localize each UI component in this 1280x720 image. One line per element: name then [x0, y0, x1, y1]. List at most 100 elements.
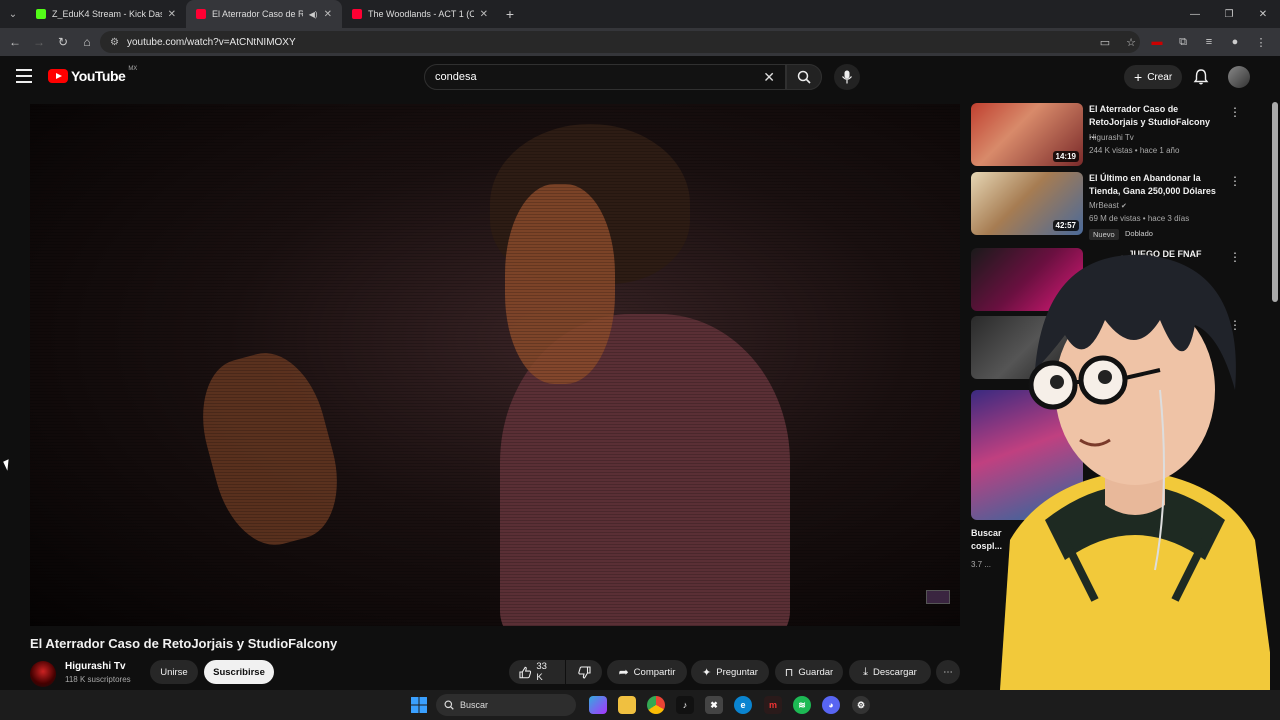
- edge-icon[interactable]: e: [734, 696, 752, 714]
- youtube-icon: [352, 9, 362, 19]
- cast-icon[interactable]: ▭: [1094, 36, 1116, 49]
- video-thumbnail[interactable]: 14:19: [971, 103, 1083, 166]
- extensions-icon[interactable]: ⧉: [1172, 36, 1194, 49]
- close-icon[interactable]: ✕: [480, 9, 488, 20]
- close-icon[interactable]: ✕: [168, 9, 176, 20]
- microphone-icon: [842, 70, 852, 84]
- channel-watermark[interactable]: [926, 590, 950, 604]
- plus-icon: +: [1134, 69, 1143, 85]
- more-vertical-icon[interactable]: ⋮: [1229, 174, 1241, 188]
- recommendation-meta: 69 M de vistas • hace 3 días: [1089, 214, 1190, 223]
- minimize-icon[interactable]: —: [1178, 0, 1212, 28]
- vtuber-avatar-overlay: [1000, 254, 1275, 690]
- tab-title: El Aterrador Caso de RetoJo: [212, 9, 303, 19]
- tab-youtube-active[interactable]: El Aterrador Caso de RetoJo ◀) ✕: [186, 0, 342, 28]
- search-value: condesa: [435, 71, 477, 83]
- recommendation-title[interactable]: El Último en Abandonar la Tienda, Gana 2…: [1089, 172, 1219, 198]
- recommendation-item[interactable]: 14:19 El Aterrador Caso de RetoJorjais y…: [971, 103, 1261, 169]
- recommendation-channel[interactable]: MrBeast ✔: [1089, 201, 1127, 210]
- bookmark-star-icon[interactable]: ☆: [1120, 36, 1142, 49]
- country-code: MX: [128, 66, 138, 72]
- url-field[interactable]: ⚙ youtube.com/watch?v=AtCNtNIMOXY: [100, 31, 1140, 53]
- account-avatar[interactable]: [1228, 66, 1250, 88]
- dubbed-badge: Doblado: [1125, 229, 1153, 238]
- copilot-icon[interactable]: [589, 696, 607, 714]
- dislike-button[interactable]: [566, 660, 602, 684]
- forward-icon[interactable]: →: [27, 28, 51, 56]
- chrome-icon[interactable]: [647, 696, 665, 714]
- reload-icon[interactable]: ↻: [51, 28, 75, 56]
- youtube-logo[interactable]: YouTube MX: [48, 66, 138, 84]
- logo-text: YouTube: [71, 68, 126, 84]
- subscribe-label: Suscribirse: [213, 666, 265, 678]
- media-icon[interactable]: ≡: [1198, 36, 1220, 48]
- address-bar-row: ← → ↻ ⌂ ⚙ youtube.com/watch?v=AtCNtNIMOX…: [0, 28, 1280, 56]
- speaker-icon[interactable]: ◀): [309, 10, 318, 19]
- subscribe-button[interactable]: Suscribirse: [204, 660, 274, 684]
- spotify-icon[interactable]: ≋: [793, 696, 811, 714]
- ask-label: Preguntar: [716, 666, 758, 678]
- close-window-icon[interactable]: ✕: [1246, 0, 1280, 28]
- taskbar-search[interactable]: Buscar: [436, 694, 576, 716]
- channel-name-text: MrBeast: [1089, 201, 1119, 210]
- thumbs-down-icon: [577, 665, 591, 679]
- discord-icon[interactable]: ◕: [822, 696, 840, 714]
- scrollbar-thumb[interactable]: [1272, 102, 1278, 302]
- search-button[interactable]: [786, 64, 822, 90]
- clear-search-icon[interactable]: ✕: [763, 69, 775, 86]
- notifications-bell-icon[interactable]: [1192, 68, 1210, 86]
- channel-avatar[interactable]: [30, 661, 56, 687]
- recommendation-channel[interactable]: Higurashi Tv: [1089, 133, 1134, 142]
- thumbs-up-icon: [519, 666, 532, 678]
- voice-search-button[interactable]: [834, 64, 860, 90]
- download-label: Descargar: [873, 666, 917, 678]
- windows-start-icon[interactable]: [410, 696, 428, 714]
- close-icon[interactable]: ✕: [324, 9, 332, 20]
- save-label: Guardar: [798, 666, 834, 678]
- app-icon[interactable]: m: [764, 696, 782, 714]
- video-player[interactable]: [30, 104, 960, 626]
- ask-button[interactable]: ✦ Preguntar: [691, 660, 769, 684]
- video-thumbnail[interactable]: 42:57: [971, 172, 1083, 235]
- join-button[interactable]: Unirse: [150, 660, 198, 684]
- menu-kebab-icon[interactable]: ⋮: [1250, 36, 1272, 49]
- tab-search-button[interactable]: ⌄: [0, 0, 26, 28]
- windows-taskbar: Buscar ♪ ✖ e m ≋ ◕ ⚙: [0, 690, 1280, 720]
- more-vertical-icon[interactable]: ⋮: [1229, 105, 1241, 119]
- restore-icon[interactable]: ❐: [1212, 0, 1246, 28]
- like-button[interactable]: 33 K: [509, 660, 565, 684]
- page-scrollbar[interactable]: [1270, 98, 1280, 690]
- save-button[interactable]: ⊓ Guardar: [775, 660, 843, 684]
- channel-name[interactable]: Higurashi Tv: [65, 661, 126, 672]
- extension-red-icon[interactable]: ▬: [1146, 36, 1168, 48]
- capcut-icon[interactable]: ✖: [705, 696, 723, 714]
- back-icon[interactable]: ←: [3, 28, 27, 56]
- search-icon: [797, 70, 811, 84]
- profile-icon[interactable]: ●: [1224, 36, 1246, 48]
- site-info-icon[interactable]: ⚙: [110, 37, 119, 48]
- youtube-icon: [196, 9, 206, 19]
- subscriber-count: 118 K suscriptores: [65, 675, 131, 684]
- download-icon: ⤓: [863, 665, 869, 678]
- download-button[interactable]: ⤓ Descargar: [849, 660, 931, 684]
- tiktok-icon[interactable]: ♪: [676, 696, 694, 714]
- tab-kick[interactable]: Z_EduK4 Stream - Kick Dashboa ✕: [26, 0, 186, 28]
- share-button[interactable]: ➦ Compartir: [607, 660, 687, 684]
- file-explorer-icon[interactable]: [618, 696, 636, 714]
- new-tab-button[interactable]: +: [498, 6, 522, 22]
- recommendation-item[interactable]: 42:57 El Último en Abandonar la Tienda, …: [971, 172, 1261, 244]
- verified-icon: ✔: [1121, 203, 1127, 210]
- hamburger-menu-icon[interactable]: [16, 69, 32, 83]
- search-input[interactable]: condesa ✕: [424, 64, 786, 90]
- share-icon: ➦: [618, 665, 629, 679]
- home-icon[interactable]: ⌂: [75, 28, 99, 56]
- sparkle-icon: ✦: [702, 666, 712, 679]
- create-button[interactable]: + Crear: [1124, 65, 1183, 89]
- app-gear-icon[interactable]: ⚙: [852, 696, 870, 714]
- tab-woodlands[interactable]: The Woodlands - ACT 1 (Comp ✕: [342, 0, 498, 28]
- tab-title: Z_EduK4 Stream - Kick Dashboa: [52, 9, 162, 19]
- more-actions-button[interactable]: ⋯: [936, 660, 960, 684]
- share-label: Compartir: [633, 666, 676, 678]
- video-duration: 14:19: [1052, 151, 1079, 162]
- window-controls: — ❐ ✕: [1178, 0, 1280, 28]
